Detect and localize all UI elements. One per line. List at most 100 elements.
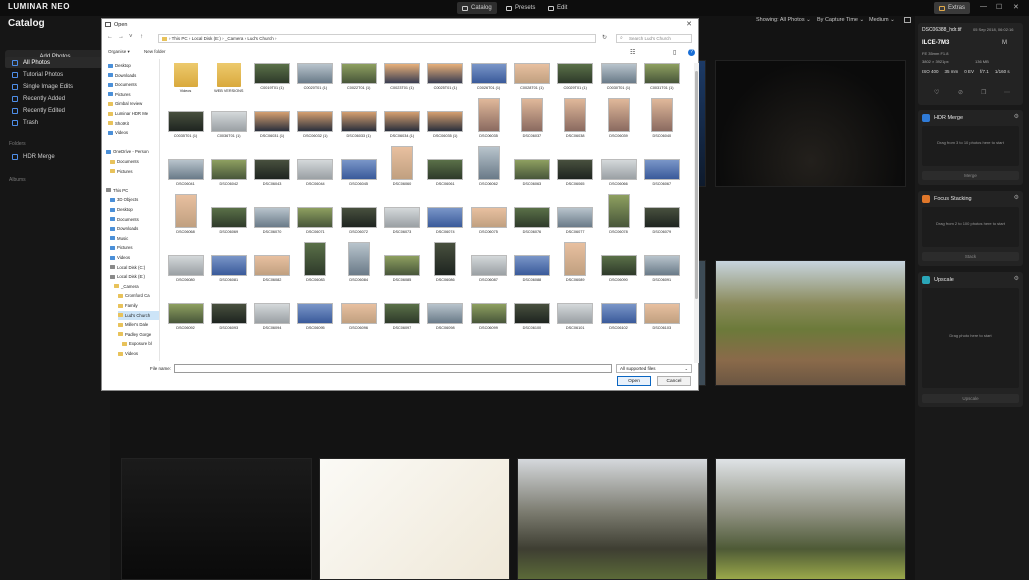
- file-thumbnail[interactable]: DSC06067: [640, 159, 683, 186]
- file-thumbnail[interactable]: DSC06076: [510, 207, 553, 234]
- tree-item[interactable]: Family: [118, 301, 159, 310]
- drop-zone[interactable]: Drag from 3 to 10 photos here to start: [922, 126, 1019, 166]
- file-thumbnail[interactable]: DSC06045: [337, 159, 380, 186]
- file-thumbnail[interactable]: DSC06099: [467, 303, 510, 330]
- file-thumbnail[interactable]: DSC06095: [294, 303, 337, 330]
- tree-item[interactable]: Downloads: [110, 224, 159, 233]
- file-name-input[interactable]: [174, 364, 612, 373]
- tree-item[interactable]: OneDrive - Person: [106, 147, 159, 156]
- panel-toggle-icon[interactable]: [904, 17, 911, 23]
- maximize-button[interactable]: ☐: [996, 3, 1002, 11]
- file-thumbnail[interactable]: C0029T01 (1): [554, 63, 597, 90]
- tree-item[interactable]: Exposure bl: [122, 339, 159, 348]
- sidebar-item-tutorial-photos[interactable]: Tutorial Photos: [5, 69, 105, 80]
- tree-item[interactable]: Videos: [108, 128, 159, 137]
- drop-zone[interactable]: Drag from 2 to 100 photos here to start: [922, 207, 1019, 247]
- stack-button[interactable]: Stack: [922, 252, 1019, 261]
- file-thumbnail[interactable]: DSC06069: [207, 207, 250, 234]
- file-thumbnail[interactable]: DSC06098: [424, 303, 467, 330]
- file-thumbnail[interactable]: WEB VERSIONS: [207, 63, 250, 93]
- tree-item[interactable]: Pictures: [110, 167, 159, 176]
- tree-item[interactable]: Padley Gorge: [118, 330, 159, 339]
- file-thumbnail[interactable]: DSC06097: [381, 303, 424, 330]
- file-thumbnail[interactable]: DSC06043: [251, 159, 294, 186]
- file-thumbnail[interactable]: DSC06103: [640, 303, 683, 330]
- tree-item[interactable]: This PC: [106, 186, 159, 195]
- organise-button[interactable]: Organise ▾: [108, 49, 130, 55]
- tree-item[interactable]: Videos: [118, 349, 159, 358]
- tree-item[interactable]: Gimbal review: [108, 99, 159, 108]
- catalog-photo[interactable]: [319, 458, 510, 580]
- new-folder-button[interactable]: New folder: [144, 49, 166, 54]
- refresh-icon[interactable]: ↻: [602, 34, 607, 41]
- file-thumbnail[interactable]: DSC06062: [467, 146, 510, 186]
- tree-item[interactable]: 3D Objects: [110, 195, 159, 204]
- tree-item[interactable]: ShotKit: [114, 359, 159, 362]
- tree-item[interactable]: Desktop: [110, 205, 159, 214]
- reject-icon[interactable]: ⊘: [958, 89, 963, 96]
- search-input[interactable]: ⌕ Search Lud's Church: [616, 34, 692, 43]
- tree-item[interactable]: Downloads: [108, 71, 159, 80]
- file-thumbnail-grid[interactable]: Videos WEB VERSIONS C0019T01 (1) C0020T01 (…: [164, 63, 692, 363]
- sidebar-item-recently-edited[interactable]: Recently Edited: [5, 105, 105, 116]
- showing-filter[interactable]: Showing: All Photos ⌄: [756, 17, 811, 23]
- file-thumbnail[interactable]: DSC06074: [424, 207, 467, 234]
- file-thumbnail[interactable]: C0020T01 (1): [294, 63, 337, 90]
- file-thumbnail[interactable]: DSC06041: [164, 159, 207, 186]
- file-thumbnail[interactable]: DSC06033 (1): [337, 111, 380, 138]
- minimize-button[interactable]: —: [980, 3, 987, 10]
- more-icon[interactable]: ⋯: [1004, 89, 1010, 96]
- file-thumbnail[interactable]: C0030T01 (1): [597, 63, 640, 90]
- file-thumbnail[interactable]: DSC06087: [467, 255, 510, 282]
- file-thumbnail[interactable]: C0031T01 (1): [640, 63, 683, 90]
- tree-item[interactable]: Cromford Ca: [118, 291, 159, 300]
- tree-item[interactable]: Documents: [108, 80, 159, 89]
- file-thumbnail[interactable]: DSC06038: [554, 98, 597, 138]
- sidebar-item-folder-hdr-merge[interactable]: HDR Merge: [5, 151, 105, 162]
- tree-item[interactable]: _Camera: [114, 282, 159, 291]
- catalog-photo[interactable]: [121, 458, 312, 580]
- tree-item[interactable]: Pictures: [110, 243, 159, 252]
- scrollbar-thumb[interactable]: [695, 71, 698, 299]
- file-thumbnail[interactable]: DSC06091: [640, 255, 683, 282]
- tree-item[interactable]: Local Disk (E:): [110, 272, 159, 281]
- navigation-tree[interactable]: Desktop Downloads Documents Pictures Gimbal …: [102, 59, 160, 361]
- file-thumbnail[interactable]: DSC06044: [294, 159, 337, 186]
- tree-item[interactable]: Music: [110, 234, 159, 243]
- address-bar[interactable]: › This PC › Local Disk (E:) › _Camera › …: [158, 34, 596, 43]
- file-thumbnail[interactable]: C0023T01 (1): [381, 63, 424, 90]
- file-thumbnail[interactable]: DSC06086: [424, 242, 467, 282]
- file-thumbnail[interactable]: DSC06037: [510, 98, 553, 138]
- merge-button[interactable]: Merge: [922, 171, 1019, 180]
- file-thumbnail[interactable]: DSC06039: [597, 98, 640, 138]
- file-thumbnail[interactable]: C0028T01 (1): [510, 63, 553, 90]
- gear-icon[interactable]: ⚙: [1014, 113, 1019, 120]
- file-thumbnail[interactable]: DSC06066: [597, 159, 640, 186]
- tab-edit[interactable]: Edit: [543, 2, 572, 14]
- file-thumbnail[interactable]: DSC06032 (1): [294, 111, 337, 138]
- file-thumbnail[interactable]: DSC06042: [207, 159, 250, 186]
- tree-item[interactable]: Miller's Dale: [118, 320, 159, 329]
- file-thumbnail[interactable]: DSC06068: [164, 194, 207, 234]
- tree-item[interactable]: Videos: [110, 253, 159, 262]
- tab-catalog[interactable]: Catalog: [457, 2, 497, 14]
- file-thumbnail[interactable]: DSC06079: [640, 207, 683, 234]
- file-thumbnail[interactable]: DSC06073: [381, 207, 424, 234]
- tree-item[interactable]: Desktop: [108, 61, 159, 70]
- file-thumbnail[interactable]: DSC06077: [554, 207, 597, 234]
- file-thumbnail[interactable]: DSC06035 (1): [424, 111, 467, 138]
- open-button[interactable]: Open: [617, 376, 651, 386]
- drop-zone[interactable]: Drag photo here to start: [922, 288, 1019, 388]
- file-type-select[interactable]: All supported files ⌄: [616, 364, 692, 373]
- file-thumbnail[interactable]: DSC06070: [251, 207, 294, 234]
- sort-dropdown[interactable]: By Capture Time ⌄: [817, 17, 864, 23]
- cancel-button[interactable]: Cancel: [657, 376, 691, 386]
- file-thumbnail[interactable]: DSC06085: [381, 255, 424, 282]
- file-thumbnail[interactable]: DSC06031 (1): [251, 111, 294, 138]
- file-thumbnail[interactable]: DSC06071: [294, 207, 337, 234]
- file-thumbnail[interactable]: DSC06063: [510, 159, 553, 186]
- file-thumbnail[interactable]: DSC06093: [207, 303, 250, 330]
- up-arrow-icon[interactable]: ↑: [140, 34, 143, 40]
- file-thumbnail[interactable]: C0026T01 (1): [467, 63, 510, 90]
- view-options-icon[interactable]: ☷: [630, 49, 635, 56]
